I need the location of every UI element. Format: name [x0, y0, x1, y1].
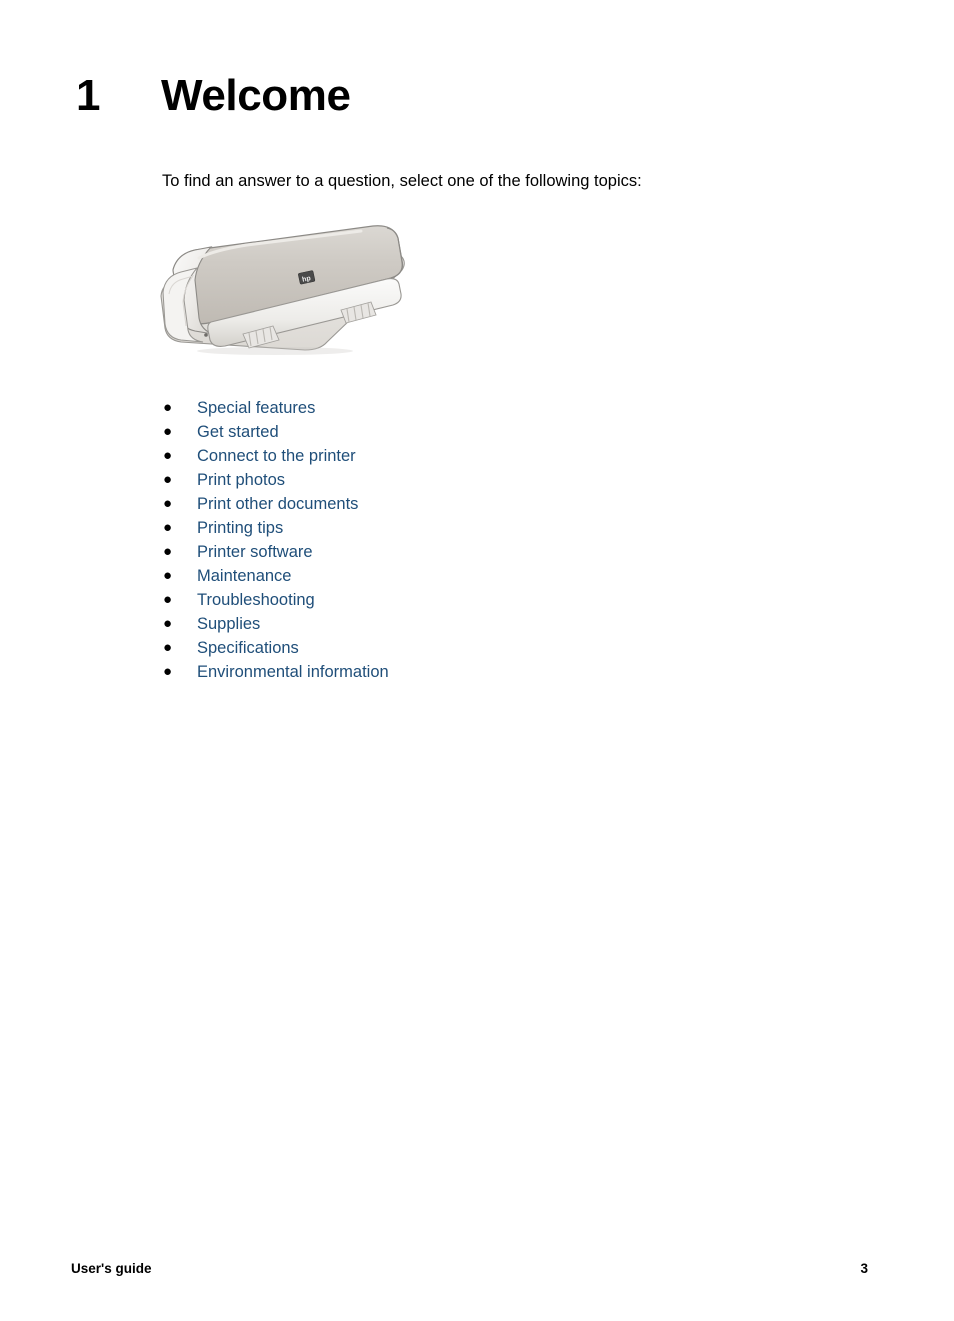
list-item: ● Supplies: [162, 612, 782, 636]
topic-link-printing-tips[interactable]: Printing tips: [197, 519, 283, 537]
list-item: ● Special features: [162, 396, 782, 420]
list-item: ● Connect to the printer: [162, 444, 782, 468]
topic-link-get-started[interactable]: Get started: [197, 423, 279, 441]
list-item: ● Printer software: [162, 540, 782, 564]
bullet-icon: ●: [163, 591, 173, 608]
bullet-icon: ●: [163, 423, 173, 440]
chapter-heading: 1 Welcome: [0, 68, 954, 130]
bullet-icon: ●: [163, 615, 173, 632]
printer-shadow: [197, 347, 353, 355]
document-page: 1 Welcome To find an answer to a questio…: [0, 0, 954, 1321]
list-item: ● Troubleshooting: [162, 588, 782, 612]
printer-illustration: hp: [155, 218, 420, 368]
topic-link-print-other-documents[interactable]: Print other documents: [197, 495, 358, 513]
topic-link-environmental-information[interactable]: Environmental information: [197, 663, 389, 681]
list-item: ● Maintenance: [162, 564, 782, 588]
list-item: ● Print photos: [162, 468, 782, 492]
list-item: ● Get started: [162, 420, 782, 444]
page-title: Welcome: [161, 71, 351, 120]
bullet-icon: ●: [163, 399, 173, 416]
chapter-number: 1: [76, 71, 100, 120]
list-item: ● Print other documents: [162, 492, 782, 516]
list-item: ● Printing tips: [162, 516, 782, 540]
topic-list: ● Special features ● Get started ● Conne…: [162, 396, 782, 684]
topic-link-printer-software[interactable]: Printer software: [197, 543, 313, 561]
bullet-icon: ●: [163, 471, 173, 488]
list-item: ● Environmental information: [162, 660, 782, 684]
printer-image: hp: [160, 225, 405, 355]
bullet-icon: ●: [163, 543, 173, 560]
intro-paragraph: To find an answer to a question, select …: [162, 172, 642, 190]
topic-link-supplies[interactable]: Supplies: [197, 615, 260, 633]
topic-link-specifications[interactable]: Specifications: [197, 639, 299, 657]
printer-power-indicator: [204, 333, 208, 337]
bullet-icon: ●: [163, 663, 173, 680]
list-item: ● Specifications: [162, 636, 782, 660]
topic-link-special-features[interactable]: Special features: [197, 399, 315, 417]
topic-link-print-photos[interactable]: Print photos: [197, 471, 285, 489]
bullet-icon: ●: [163, 567, 173, 584]
topic-link-maintenance[interactable]: Maintenance: [197, 567, 291, 585]
bullet-icon: ●: [163, 495, 173, 512]
bullet-icon: ●: [163, 519, 173, 536]
topic-link-connect-to-the-printer[interactable]: Connect to the printer: [197, 447, 356, 465]
bullet-icon: ●: [163, 639, 173, 656]
footer-document-label: User's guide: [71, 1261, 152, 1276]
page-footer: User's guide 3: [0, 1258, 954, 1280]
bullet-icon: ●: [163, 447, 173, 464]
footer-page-number: 3: [860, 1261, 868, 1276]
topic-link-troubleshooting[interactable]: Troubleshooting: [197, 591, 315, 609]
